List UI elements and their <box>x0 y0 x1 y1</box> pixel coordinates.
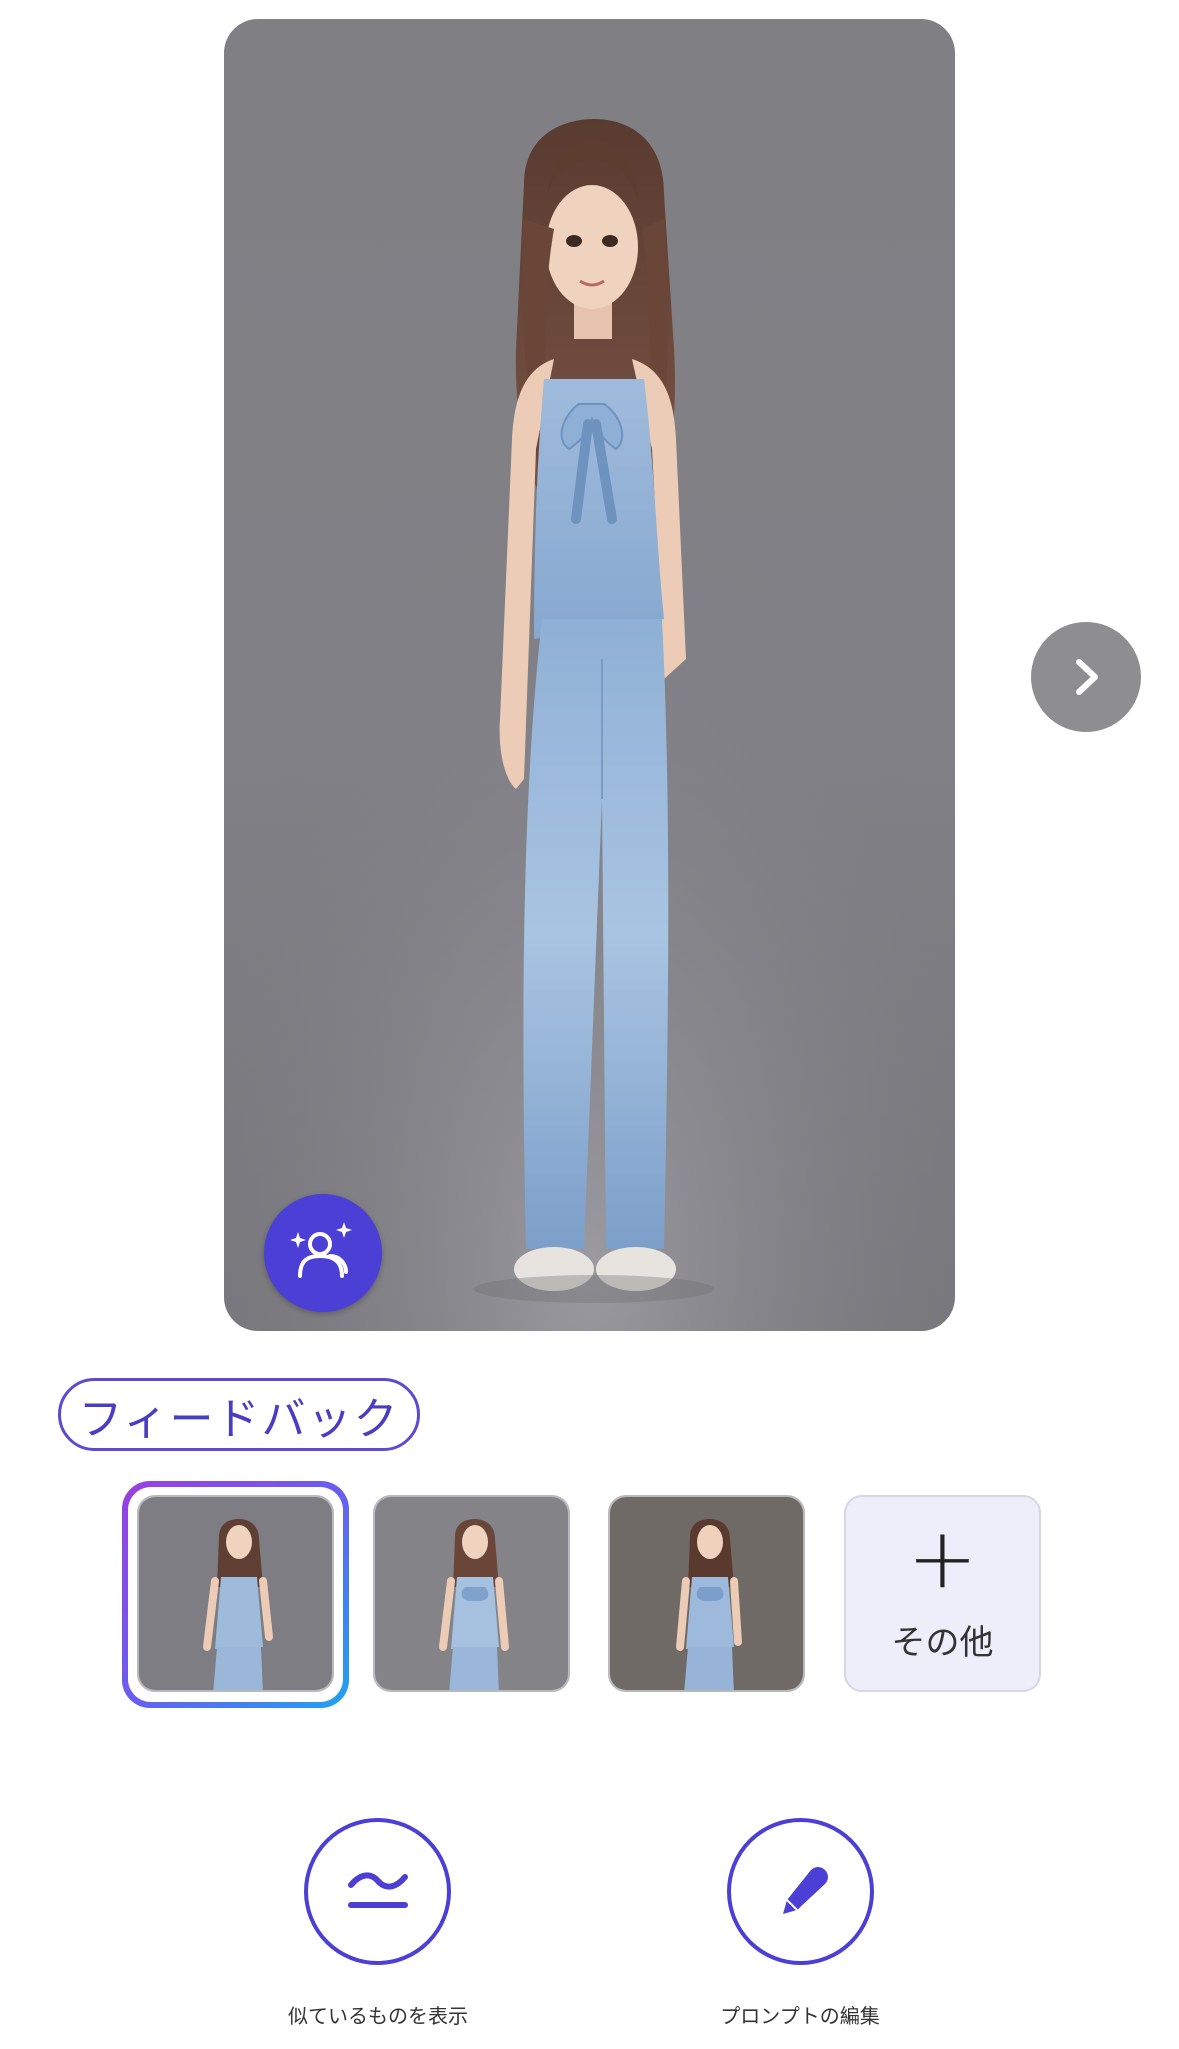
pen-icon <box>782 1866 828 1914</box>
chevron-right-icon <box>1076 659 1098 695</box>
thumbnail-3[interactable] <box>608 1495 805 1692</box>
feedback-button[interactable]: フィードバック <box>58 1378 420 1451</box>
approx-equal-icon <box>347 1872 408 1908</box>
main-image-card[interactable] <box>224 19 955 1331</box>
edit-prompt-label: プロンプトの編集 <box>720 2004 880 2028</box>
thumbnail-1[interactable] <box>137 1495 334 1692</box>
next-image-button[interactable] <box>1031 622 1141 732</box>
figure-illustration <box>224 19 955 1331</box>
sparkle-person-icon <box>290 1222 352 1278</box>
edit-prompt-button[interactable] <box>727 1818 874 1965</box>
thumbnail-2[interactable] <box>373 1495 570 1692</box>
plus-icon: + <box>907 1509 978 1607</box>
show-similar-button[interactable] <box>304 1818 451 1965</box>
show-similar-label: 似ているものを表示 <box>288 2004 468 2028</box>
more-label: その他 <box>891 1623 994 1663</box>
thumbnail-image <box>139 1497 332 1690</box>
magic-edit-button[interactable] <box>264 1194 382 1312</box>
thumbnail-image <box>375 1497 568 1690</box>
thumbnail-image <box>610 1497 803 1690</box>
more-options-tile[interactable]: + その他 <box>844 1495 1041 1692</box>
